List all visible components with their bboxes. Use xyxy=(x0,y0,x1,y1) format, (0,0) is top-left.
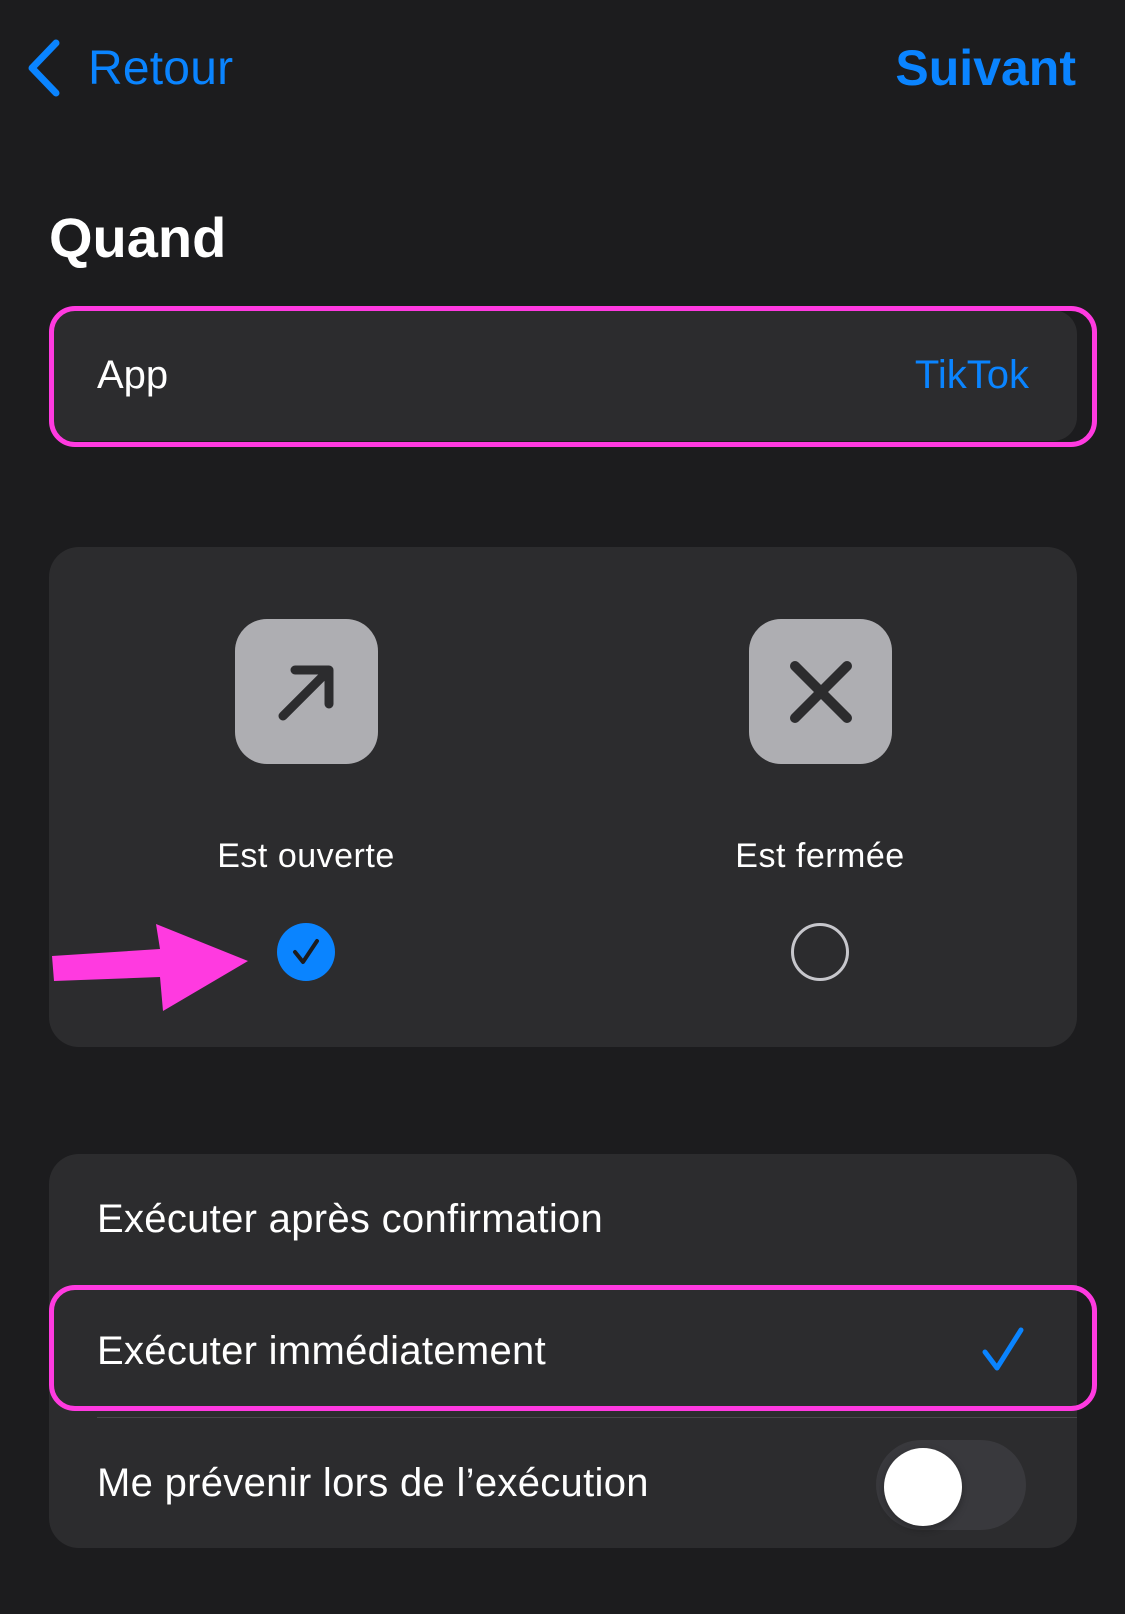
radio-open-selected[interactable] xyxy=(277,923,335,981)
closed-state-tile xyxy=(749,619,892,764)
option-run-after-confirmation[interactable]: Exécuter après confirmation xyxy=(49,1154,1077,1285)
chevron-left-icon xyxy=(28,39,60,97)
option-notify-on-run: Me prévenir lors de l’exécution xyxy=(49,1418,1077,1548)
app-row-value: TikTok xyxy=(914,353,1029,397)
section-title: Quand xyxy=(49,206,227,269)
run-immediately-label: Exécuter immédiatement xyxy=(97,1329,547,1373)
app-selector-row[interactable]: App TikTok xyxy=(49,310,1077,441)
notify-on-run-label: Me prévenir lors de l’exécution xyxy=(97,1461,649,1505)
run-options-list: Exécuter après confirmation Exécuter imm… xyxy=(49,1154,1077,1548)
back-button[interactable]: Retour xyxy=(26,36,233,100)
arrow-up-right-icon xyxy=(278,665,333,720)
state-label-closed: Est fermée xyxy=(735,837,905,875)
run-after-confirmation-label: Exécuter après confirmation xyxy=(97,1197,604,1241)
state-option-closed[interactable]: Est fermée xyxy=(620,547,1020,1047)
state-label-open: Est ouverte xyxy=(217,837,395,875)
notify-toggle[interactable] xyxy=(876,1440,1026,1530)
radio-closed-unselected[interactable] xyxy=(791,923,849,981)
x-mark-icon xyxy=(789,660,852,723)
back-button-label: Retour xyxy=(88,41,234,95)
app-state-card: Est ouverte Est fermée xyxy=(49,547,1077,1047)
checkmark-icon xyxy=(293,939,319,964)
next-button[interactable]: Suivant xyxy=(895,36,1076,100)
toggle-knob xyxy=(884,1448,962,1526)
app-row-label: App xyxy=(97,353,169,397)
option-run-immediately[interactable]: Exécuter immédiatement xyxy=(49,1286,1077,1417)
checkmark-icon xyxy=(982,1327,1024,1371)
state-option-open[interactable]: Est ouverte xyxy=(106,547,506,1047)
open-state-tile xyxy=(235,619,378,764)
